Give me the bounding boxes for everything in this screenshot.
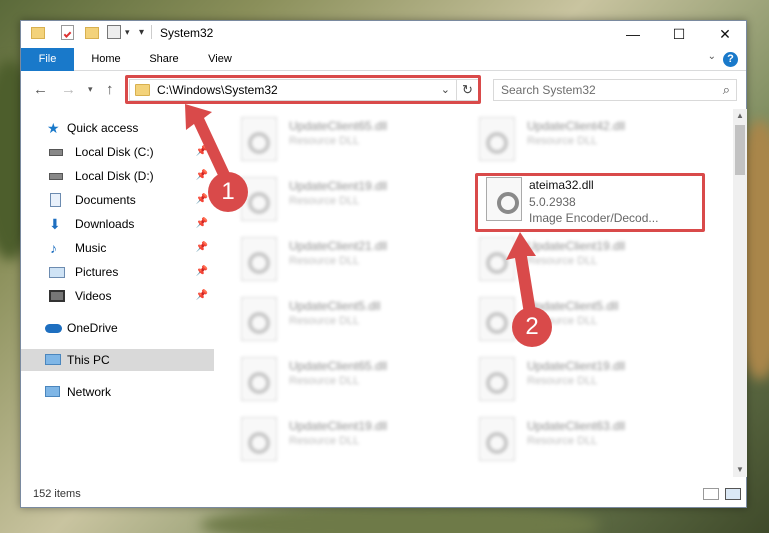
step-badge-2: 2 xyxy=(512,307,552,347)
step-badge-1: 1 xyxy=(208,172,248,212)
annotation-arrows xyxy=(185,104,537,320)
